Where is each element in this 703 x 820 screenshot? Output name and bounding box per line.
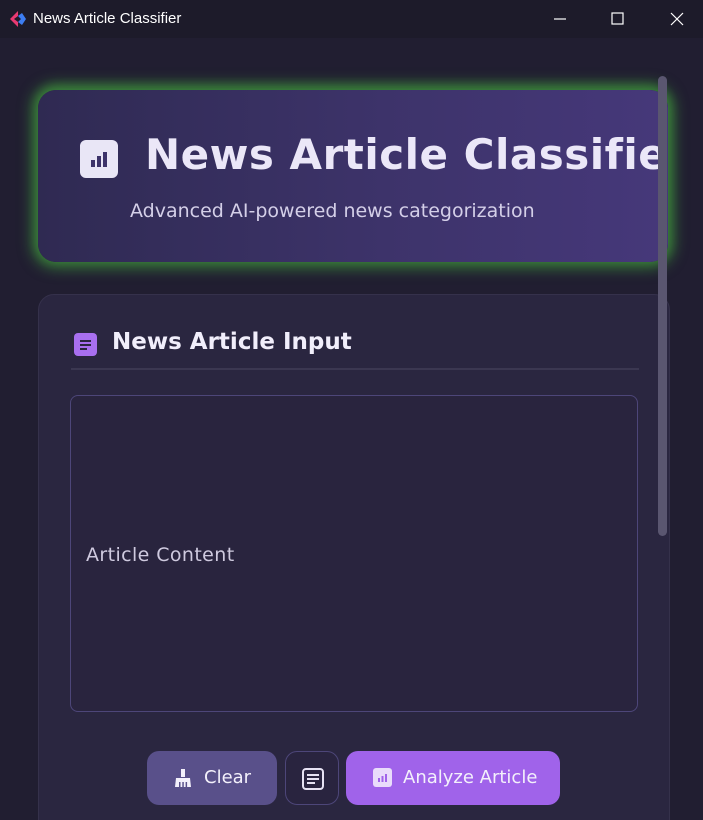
app-logo-icon — [10, 11, 26, 27]
bar-chart-icon — [373, 768, 392, 787]
app-content: News Article Classifier Advanced AI-powe… — [0, 38, 703, 820]
analyze-article-button[interactable]: Analyze Article — [346, 751, 560, 805]
header-banner: News Article Classifier Advanced AI-powe… — [38, 90, 668, 262]
section-title: News Article Input — [112, 329, 352, 355]
clear-button[interactable]: Clear — [147, 751, 277, 805]
minimize-icon — [554, 18, 566, 20]
analyze-button-label: Analyze Article — [403, 767, 538, 788]
sample-article-button[interactable] — [285, 751, 339, 805]
article-icon — [302, 768, 324, 790]
close-icon — [670, 12, 684, 26]
document-icon — [74, 333, 97, 356]
page-subtitle: Advanced AI-powered news categorization — [130, 200, 535, 222]
article-input-panel: News Article Input Article Content Clear — [38, 294, 670, 820]
close-button[interactable] — [654, 0, 700, 38]
article-content-textarea[interactable]: Article Content — [70, 395, 638, 712]
window-title: News Article Classifier — [33, 10, 182, 27]
section-divider — [71, 368, 639, 370]
broom-icon — [175, 769, 191, 787]
window-titlebar: News Article Classifier — [0, 0, 703, 38]
vertical-scrollbar[interactable] — [658, 76, 667, 536]
page-title: News Article Classifier — [145, 130, 668, 179]
bar-chart-icon — [80, 140, 118, 178]
clear-button-label: Clear — [204, 767, 252, 788]
maximize-icon — [611, 12, 624, 25]
minimize-button[interactable] — [537, 0, 583, 38]
textarea-label: Article Content — [86, 544, 235, 566]
maximize-button[interactable] — [595, 0, 641, 38]
